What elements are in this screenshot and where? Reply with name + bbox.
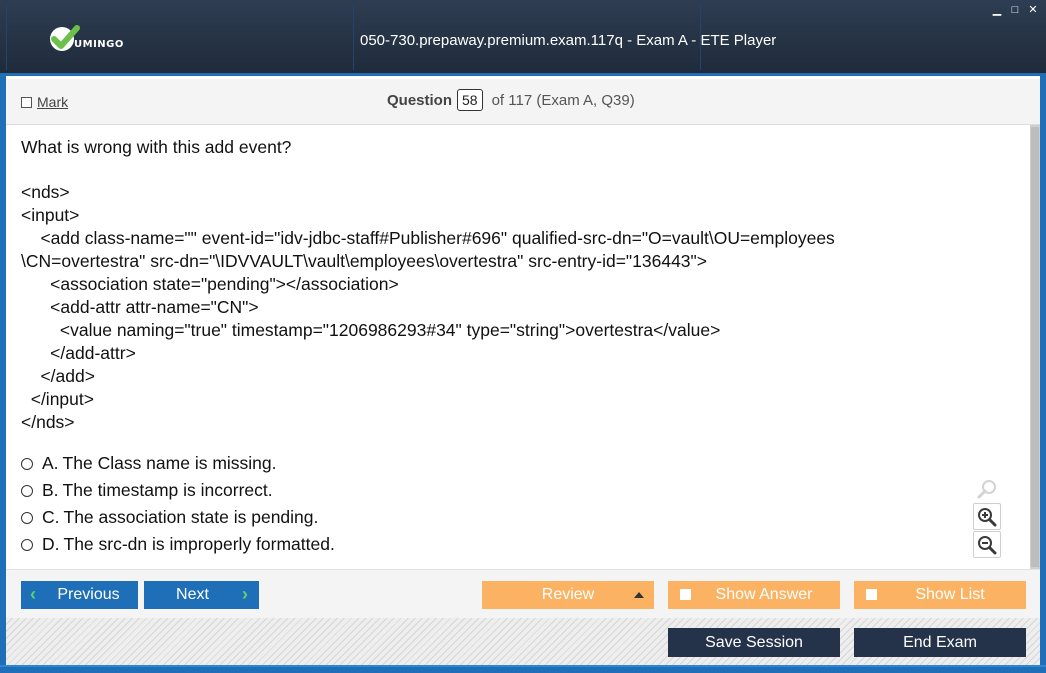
zoom-controls (973, 475, 1003, 559)
code-line: </input> (21, 389, 94, 409)
checkbox-icon[interactable] (21, 96, 32, 108)
zoom-in-icon[interactable] (973, 503, 1001, 530)
title-bar: UMINGO 050-730.prepaway.premium.exam.117… (0, 0, 1046, 76)
triangle-up-icon (634, 592, 644, 598)
option-letter: C. (42, 507, 60, 527)
radio-icon[interactable] (21, 511, 33, 524)
chevron-right-icon: › (242, 584, 248, 604)
previous-label: Previous (57, 586, 120, 603)
code-line: <nds> (21, 182, 70, 202)
code-line: <value naming="true" timestamp="12069862… (21, 320, 721, 340)
radio-icon[interactable] (21, 457, 33, 470)
option-text: The Class name is missing. (62, 453, 277, 473)
title-separator (6, 6, 7, 70)
option-letter: D. (42, 534, 60, 554)
option-c[interactable]: C. The association state is pending. (21, 504, 335, 531)
footer-bar: Save Session End Exam (6, 618, 1040, 665)
close-icon[interactable]: ✕ (1028, 4, 1038, 16)
logo-text: UMINGO (74, 39, 124, 50)
code-line: </add-attr> (21, 343, 136, 363)
question-header: Mark Question 58 of 117 (Exam A, Q39) (6, 79, 1040, 125)
window-title: 050-730.prepaway.premium.exam.117q - Exa… (360, 32, 777, 49)
app-logo: UMINGO (48, 24, 123, 54)
code-line: <add-attr attr-name="CN"> (21, 297, 259, 317)
question-number-input[interactable]: 58 (457, 89, 483, 111)
option-d[interactable]: D. The src-dn is improperly formatted. (21, 531, 335, 558)
code-block: <nds> <input> <add class-name="" event-id… (21, 181, 835, 434)
question-label: Question (387, 91, 453, 109)
radio-icon[interactable] (21, 538, 33, 551)
scrollbar[interactable] (1030, 125, 1040, 569)
title-separator (353, 6, 354, 70)
bottom-border (0, 665, 1046, 673)
question-total: of 117 (Exam A, Q39) (491, 91, 635, 109)
question-text: What is wrong with this add event? (21, 137, 292, 157)
code-line: <association state="pending"></associati… (21, 274, 399, 294)
navigation-toolbar: ‹ Previous Next › Review Show Answer Sho… (6, 569, 1040, 618)
checkbox-icon[interactable] (866, 589, 877, 600)
minimize-icon[interactable]: ▁ (992, 4, 1002, 16)
previous-button[interactable]: ‹ Previous (21, 581, 138, 609)
show-answer-label: Show Answer (715, 586, 813, 603)
option-a[interactable]: A. The Class name is missing. (21, 450, 335, 477)
code-line: <input> (21, 205, 80, 225)
next-button[interactable]: Next › (144, 581, 259, 609)
radio-icon[interactable] (21, 484, 33, 497)
review-button[interactable]: Review (482, 581, 654, 609)
checkbox-icon[interactable] (680, 589, 691, 600)
search-icon[interactable] (973, 475, 1001, 502)
question-counter: Question 58 of 117 (Exam A, Q39) (387, 89, 635, 111)
option-b[interactable]: B. The timestamp is incorrect. (21, 477, 335, 504)
save-session-label: Save Session (705, 633, 803, 651)
next-label: Next (176, 586, 209, 603)
show-list-button[interactable]: Show List (854, 581, 1026, 609)
code-line: <add class-name="" event-id="idv-jdbc-st… (21, 228, 835, 248)
save-session-button[interactable]: Save Session (668, 628, 840, 657)
code-line: </add> (21, 366, 95, 386)
end-exam-button[interactable]: End Exam (854, 628, 1026, 657)
window-frame-right (1040, 76, 1046, 666)
answer-options: A. The Class name is missing. B. The tim… (21, 450, 335, 558)
show-list-label: Show List (915, 586, 985, 603)
option-text: The timestamp is incorrect. (62, 480, 273, 500)
mark-label[interactable]: Mark (37, 94, 68, 110)
option-text: The src-dn is improperly formatted. (63, 534, 335, 554)
review-label: Review (541, 586, 595, 603)
mark-checkbox[interactable]: Mark (21, 94, 68, 110)
option-letter: A. (42, 453, 59, 473)
code-line: \CN=overtestra" src-dn="\IDVVAULT\vault\… (21, 251, 707, 271)
question-content: What is wrong with this add event? <nds>… (6, 125, 1026, 569)
zoom-out-icon[interactable] (973, 531, 1001, 558)
option-letter: B. (42, 480, 59, 500)
maximize-icon[interactable]: □ (1010, 4, 1020, 16)
chevron-left-icon: ‹ (30, 584, 36, 604)
code-line: </nds> (21, 412, 75, 432)
window-controls: ▁ □ ✕ (992, 4, 1038, 16)
option-text: The association state is pending. (63, 507, 319, 527)
end-exam-label: End Exam (903, 633, 977, 651)
scrollbar-thumb[interactable] (1031, 127, 1039, 567)
show-answer-button[interactable]: Show Answer (668, 581, 840, 609)
